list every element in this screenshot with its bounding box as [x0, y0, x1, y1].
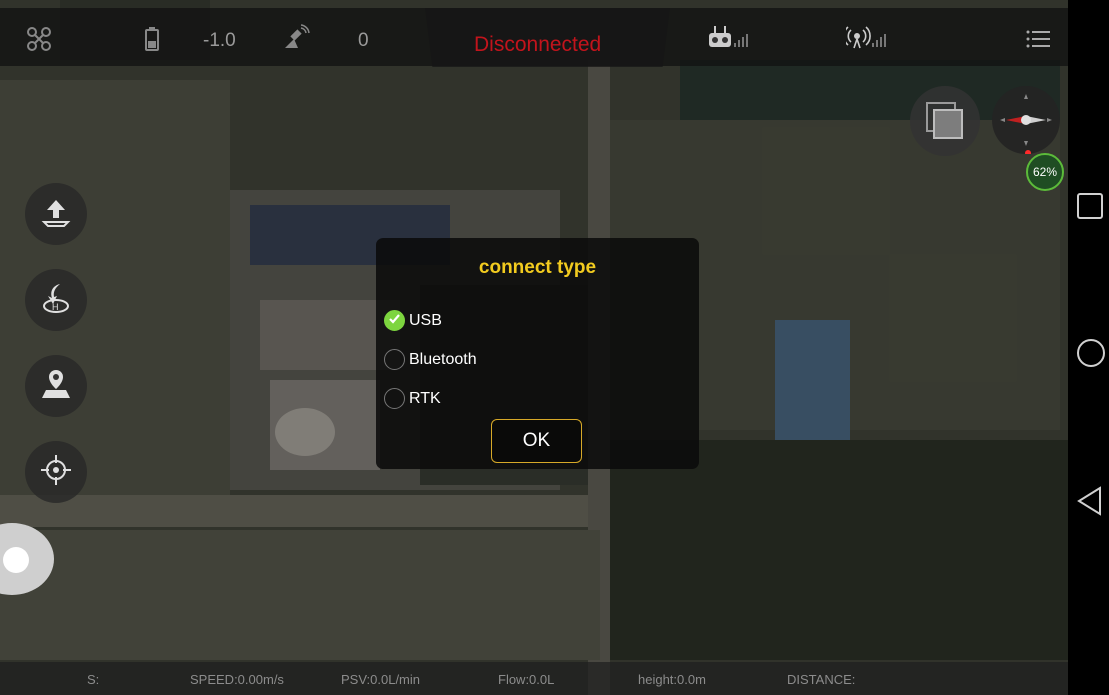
remote-controller-icon	[708, 25, 754, 54]
compass-icon	[992, 86, 1060, 159]
option-rtk[interactable]: RTK	[384, 388, 441, 409]
dialog-title: connect type	[478, 257, 597, 278]
checkmark-icon	[388, 312, 401, 330]
battery-percent-badge: 62%	[1026, 153, 1064, 191]
app-screen: -1.0 0 Disconnected H 62% connect type U…	[0, 0, 1068, 695]
option-usb[interactable]: USB	[384, 310, 442, 331]
option-label-usb: USB	[409, 311, 442, 329]
menu-icon[interactable]	[1026, 29, 1050, 54]
recents-icon[interactable]	[1076, 192, 1104, 225]
altitude-value: -1.0	[203, 30, 236, 51]
return-home-button[interactable]: H	[25, 269, 87, 331]
signal-icon	[843, 25, 892, 54]
s-label: S:	[87, 672, 100, 687]
map-location-button[interactable]	[25, 355, 87, 417]
psv-readout: PSV:0.0L/min	[341, 672, 421, 687]
back-icon[interactable]	[1076, 486, 1104, 521]
locate-icon	[38, 452, 74, 493]
return-home-icon: H	[38, 280, 74, 321]
layers-icon	[925, 101, 965, 146]
flow-readout: Flow:0.0L	[498, 672, 555, 687]
joystick-knob[interactable]	[3, 547, 29, 573]
option-label-bluetooth: Bluetooth	[409, 350, 477, 368]
connect-type-dialog: connect type USB Bluetooth RTK OK	[376, 238, 699, 469]
takeoff-icon	[38, 194, 74, 235]
distance-readout: DISTANCE:	[787, 672, 856, 687]
drone-icon[interactable]	[26, 26, 52, 57]
home-icon[interactable]	[1076, 338, 1106, 373]
takeoff-button[interactable]	[25, 183, 87, 245]
height-readout: height:0.0m	[638, 672, 706, 687]
satellite-count: 0	[358, 30, 369, 51]
satellite-icon	[282, 24, 310, 57]
radio-bluetooth[interactable]	[384, 349, 405, 370]
option-label-rtk: RTK	[409, 389, 441, 407]
battery-icon	[145, 27, 159, 56]
map-location-icon	[38, 366, 74, 407]
ok-button[interactable]: OK	[491, 419, 582, 463]
layers-button[interactable]	[910, 86, 980, 156]
radio-usb[interactable]	[384, 310, 405, 331]
compass-widget[interactable]	[992, 86, 1060, 156]
android-nav-bar	[1068, 0, 1109, 695]
radio-rtk[interactable]	[384, 388, 405, 409]
connection-status[interactable]: Disconnected	[474, 33, 601, 57]
speed-readout: SPEED:0.00m/s	[190, 672, 284, 687]
option-bluetooth[interactable]: Bluetooth	[384, 349, 477, 370]
locate-button[interactable]	[25, 441, 87, 503]
